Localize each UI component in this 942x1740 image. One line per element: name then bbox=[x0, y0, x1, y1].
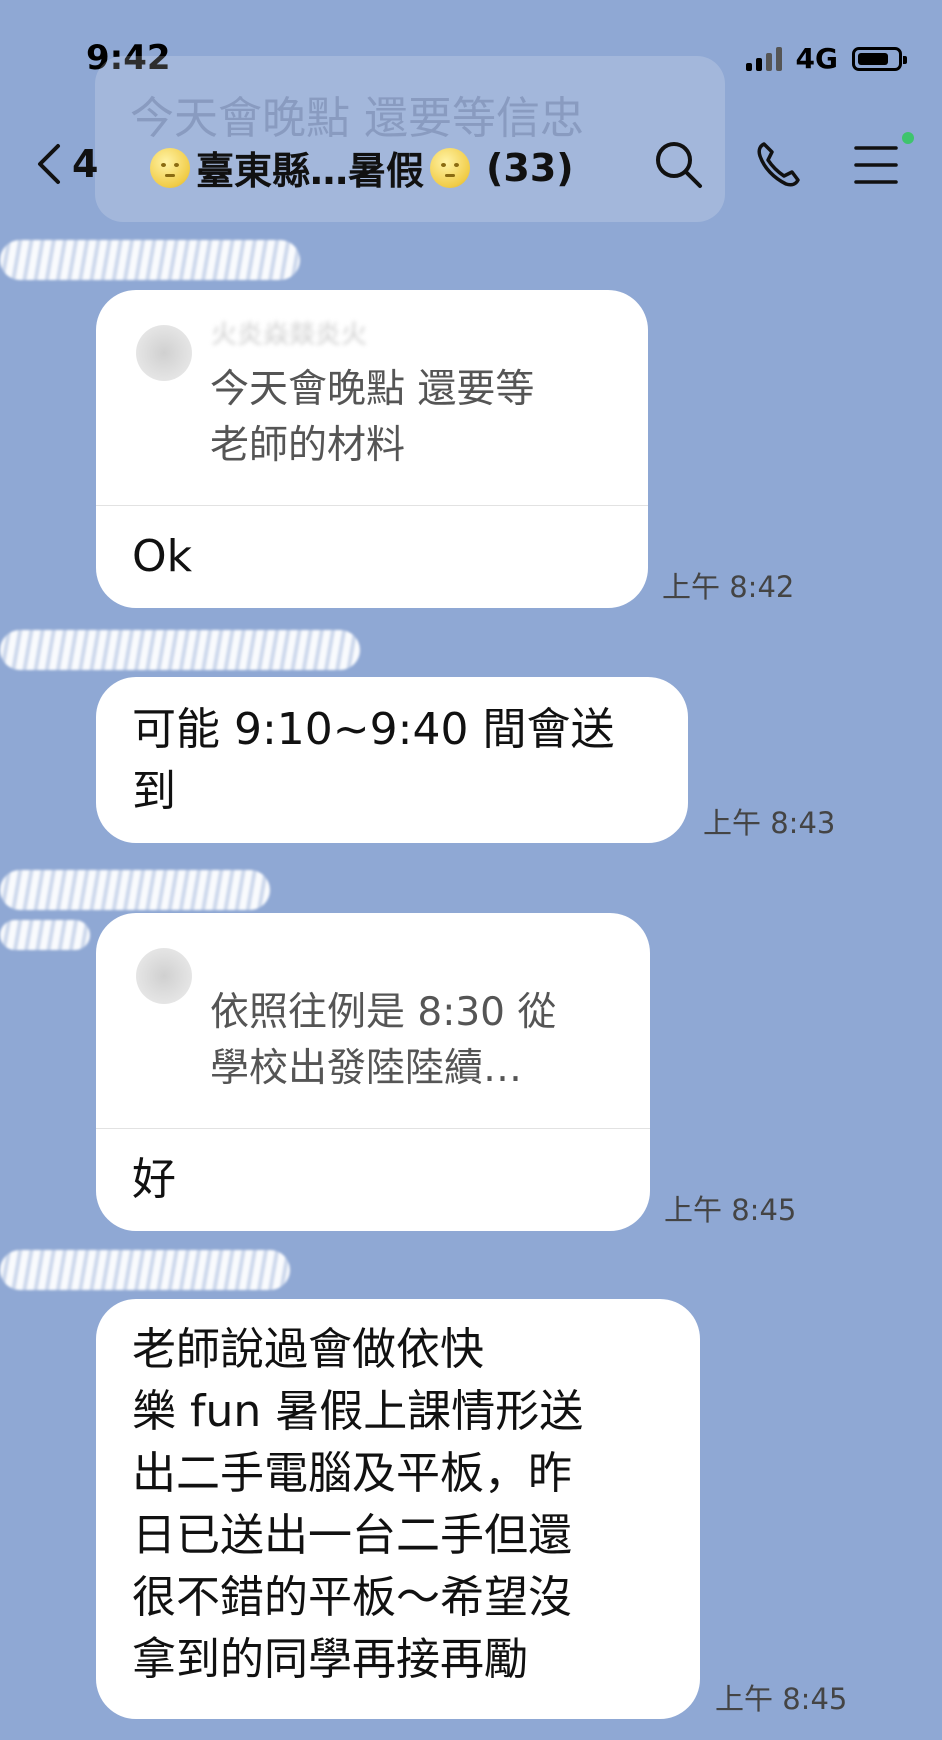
redaction-scribble bbox=[0, 920, 90, 950]
online-indicator bbox=[902, 132, 914, 144]
avatar bbox=[136, 325, 192, 381]
phone-icon[interactable] bbox=[752, 138, 806, 192]
message-time: 上午 8:45 bbox=[715, 1682, 848, 1716]
redaction-scribble bbox=[0, 870, 270, 910]
message-time: 上午 8:43 bbox=[703, 806, 836, 840]
reply-text: 今天會晚點 還要等 老師的材料 bbox=[210, 367, 535, 468]
message-bubble[interactable]: 依照往例是 8:30 從 學校出發陸陸續… 好 bbox=[96, 913, 650, 1231]
message-text: 可能 9:10~9:40 間會送 到 bbox=[132, 704, 615, 817]
message-text: 好 bbox=[132, 1154, 176, 1205]
status-icons: 4G bbox=[745, 42, 907, 75]
message-bubble[interactable]: 火炎焱燚炎火 今天會晚點 還要等 老師的材料 Ok bbox=[96, 290, 648, 608]
back-chevron-icon bbox=[38, 144, 60, 184]
search-icon[interactable] bbox=[652, 138, 706, 192]
quoted-reply[interactable]: 依照往例是 8:30 從 學校出發陸陸續… bbox=[96, 913, 650, 1129]
message-bubble[interactable]: 可能 9:10~9:40 間會送 到 bbox=[96, 677, 688, 843]
moon-emoji-icon bbox=[150, 147, 190, 188]
moon-emoji-icon bbox=[430, 147, 471, 188]
avatar bbox=[136, 948, 192, 1004]
chat-title-text: 臺東縣…暑假 bbox=[196, 149, 425, 193]
back-button[interactable]: 4 bbox=[34, 142, 98, 186]
message-time: 上午 8:42 bbox=[662, 570, 795, 604]
redaction-scribble bbox=[0, 240, 300, 280]
unread-count: 4 bbox=[72, 142, 99, 186]
menu-icon[interactable] bbox=[852, 138, 900, 192]
signal-icon bbox=[745, 46, 782, 71]
message-text: 老師說過會做依快 樂 fun 暑假上課情形送 出二手電腦及平板，昨 日已送出一台… bbox=[132, 1324, 584, 1685]
message-bubble[interactable]: 老師說過會做依快 樂 fun 暑假上課情形送 出二手電腦及平板，昨 日已送出一台… bbox=[96, 1299, 700, 1719]
reply-sender-name: 火炎焱燚炎火 bbox=[211, 320, 368, 350]
member-count: (33) bbox=[486, 145, 574, 190]
redaction-scribble bbox=[0, 630, 360, 670]
quoted-reply[interactable]: 火炎焱燚炎火 今天會晚點 還要等 老師的材料 bbox=[96, 290, 648, 506]
message-time: 上午 8:45 bbox=[664, 1193, 797, 1227]
network-label: 4G bbox=[795, 42, 838, 75]
battery-icon bbox=[852, 46, 907, 71]
chat-header: 4 臺東縣…暑假 (33) bbox=[0, 130, 942, 210]
reply-text: 依照往例是 8:30 從 學校出發陸陸續… bbox=[210, 990, 557, 1091]
chat-title[interactable]: 臺東縣…暑假 (33) bbox=[150, 140, 574, 195]
message-text: Ok bbox=[132, 531, 193, 582]
redaction-scribble bbox=[0, 1250, 290, 1290]
